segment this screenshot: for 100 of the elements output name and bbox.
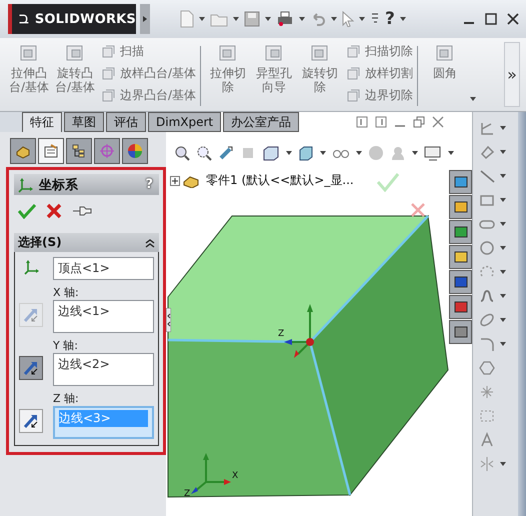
caret-icon[interactable] [500,342,506,346]
axis-button[interactable] [19,409,43,433]
spline-icon [478,288,494,304]
caret-icon[interactable] [320,151,326,155]
selection-field[interactable]: 顶点<1> [53,257,154,280]
expand-icon[interactable] [170,176,180,186]
feature-icon [100,66,116,82]
caret-icon[interactable] [500,318,506,322]
target-icon [99,143,115,159]
line-icon [478,168,494,184]
close-icon[interactable] [506,12,520,26]
construction-grid-icon [478,408,494,424]
caret-icon[interactable] [199,17,205,21]
display-style-icon[interactable] [298,145,314,161]
task-pane-button[interactable] [449,170,472,194]
menu-button[interactable] [140,4,150,34]
caret-icon[interactable] [500,246,506,250]
caret-icon[interactable] [356,151,362,155]
collapse-icon[interactable] [145,238,155,248]
panel-tab[interactable] [66,138,92,164]
field-label: Y 轴: [53,338,79,353]
task-pane-button[interactable] [449,245,472,269]
cancel-icon[interactable] [46,203,62,219]
caret-icon[interactable] [500,270,506,274]
feature-icon [345,66,362,82]
collapse-handle-icon[interactable] [166,308,171,332]
zoom-fit-icon[interactable] [174,145,190,161]
maximize-icon[interactable] [484,12,498,26]
selection-field[interactable]: 边线<2> [53,353,154,386]
glasses-icon[interactable] [332,147,350,159]
coordinate-system-icon [23,258,41,276]
tab[interactable]: 办公室产品 [223,112,300,132]
tree-item[interactable]: 零件1 (默认<<默认>_显... [206,172,354,189]
caret-icon[interactable] [500,174,506,178]
text-tool-icon [478,432,494,448]
caret-icon[interactable] [500,198,506,202]
caret-icon[interactable] [331,17,337,21]
zoom-area-icon[interactable] [196,145,212,161]
axis-label: Z [278,329,284,339]
app-logo: SOLIDWORKS [8,4,136,34]
fillet-icon [478,336,494,352]
caret-icon[interactable] [500,222,506,226]
pin-icon[interactable] [72,204,92,218]
save-icon[interactable] [244,11,260,27]
part-icon[interactable] [182,174,200,188]
panel-icon [452,324,468,340]
view-orientation-icon[interactable] [262,145,280,161]
caret-icon[interactable] [265,17,271,21]
printer-icon[interactable] [276,11,294,27]
tab[interactable]: DimXpert [148,112,222,132]
tab[interactable]: 评估 [106,112,146,132]
axis-arrow-icon [22,412,40,430]
tab[interactable]: 草图 [64,112,104,132]
task-pane-button[interactable] [449,295,472,319]
task-pane-button[interactable] [449,320,472,344]
caret-icon[interactable] [286,151,292,155]
panel-tab[interactable] [38,138,64,164]
task-pane-button[interactable] [449,270,472,294]
caret-icon[interactable] [233,17,239,21]
caret-icon[interactable] [500,294,506,298]
tab[interactable]: 特征 [22,112,62,132]
ellipse-icon [478,312,494,328]
caret-icon[interactable] [448,151,454,155]
polygon-icon [478,360,494,376]
caret-icon[interactable] [359,17,365,21]
split-view-icon[interactable] [375,116,387,128]
caret-icon[interactable] [500,150,506,154]
selection-field[interactable]: 边线<1> [53,300,154,333]
more-button[interactable]: » [504,42,520,107]
panel-icon [452,249,468,265]
section-title: 选择(S) [18,234,62,251]
coordinate-system-icon [17,176,35,194]
feature-icon [345,88,362,104]
panel-tab[interactable] [10,138,36,164]
panel-tab[interactable] [122,138,148,164]
caret-icon[interactable] [500,462,506,466]
split-view-icon[interactable] [356,116,368,128]
cursor-icon[interactable] [342,11,354,27]
help-button[interactable]: ? [385,9,395,29]
graphics-area[interactable]: Z X Z 零件1 (默认<<默认>_显... [166,132,472,516]
selection-field[interactable]: 边线<3> [53,406,154,439]
caret-icon[interactable] [400,17,406,21]
field-label: X 轴: [53,285,80,300]
feature-icon [100,88,116,104]
monitor-icon[interactable] [424,145,442,161]
caret-icon[interactable] [412,151,418,155]
cancel-icon[interactable] [410,202,426,218]
caret-icon[interactable] [500,126,506,130]
task-pane-button[interactable] [449,195,472,219]
configuration-icon [71,143,87,159]
section-header[interactable]: 选择(S) [14,233,159,252]
panel-icon [452,174,468,190]
check-icon[interactable] [18,203,36,219]
feature-icon [100,44,116,60]
previous-view-icon[interactable] [218,145,234,161]
restore-icon[interactable] [413,116,425,128]
task-pane-button[interactable] [449,220,472,244]
caret-icon[interactable] [470,97,476,101]
axis-button[interactable] [19,356,43,380]
caret-icon[interactable] [299,17,305,21]
